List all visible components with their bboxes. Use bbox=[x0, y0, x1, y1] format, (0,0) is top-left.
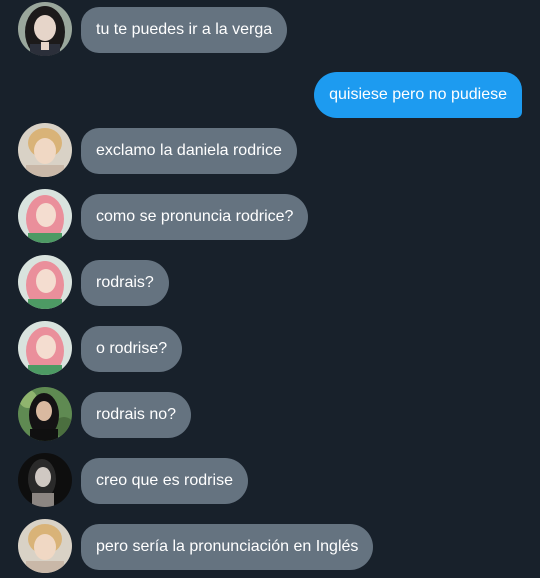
avatar-blonde-short-hair[interactable] bbox=[18, 519, 72, 573]
message-bubble[interactable]: exclamo la daniela rodrice bbox=[81, 128, 297, 174]
avatar-dark-hair-girl[interactable] bbox=[18, 2, 72, 56]
message-row: rodrais? bbox=[0, 255, 540, 309]
message-bubble[interactable]: o rodrise? bbox=[81, 326, 183, 372]
avatar-dark-bw-photo[interactable] bbox=[18, 453, 72, 507]
message-row: o rodrise? bbox=[0, 321, 540, 375]
message-row: exclamo la daniela rodrice bbox=[0, 123, 540, 177]
message-row: creo que es rodrise bbox=[0, 453, 540, 507]
avatar-pink-hair-girl[interactable] bbox=[18, 189, 72, 243]
avatar-blonde-short-hair[interactable] bbox=[18, 123, 72, 177]
message-row: como se pronuncia rodrice? bbox=[0, 189, 540, 243]
message-row: rodrais no? bbox=[0, 387, 540, 441]
message-bubble[interactable]: tu te puedes ir a la verga bbox=[81, 7, 288, 53]
message-bubble[interactable]: rodrais? bbox=[81, 260, 169, 306]
message-bubble[interactable]: como se pronuncia rodrice? bbox=[81, 194, 309, 240]
message-row: quisiese pero no pudiese bbox=[0, 67, 540, 121]
chat-thread: tu te puedes ir a la verga quisiese pero… bbox=[0, 0, 540, 578]
outgoing-message-bubble[interactable]: quisiese pero no pudiese bbox=[314, 72, 522, 118]
message-row: tu te puedes ir a la verga bbox=[0, 2, 540, 56]
message-row: pero sería la pronunciación en Inglés bbox=[0, 519, 540, 573]
avatar-pink-hair-girl[interactable] bbox=[18, 255, 72, 309]
message-bubble[interactable]: rodrais no? bbox=[81, 392, 192, 438]
message-bubble[interactable]: pero sería la pronunciación en Inglés bbox=[81, 524, 374, 570]
avatar-dark-hair-outdoor[interactable] bbox=[18, 387, 72, 441]
avatar-pink-hair-girl[interactable] bbox=[18, 321, 72, 375]
message-bubble[interactable]: creo que es rodrise bbox=[81, 458, 248, 504]
